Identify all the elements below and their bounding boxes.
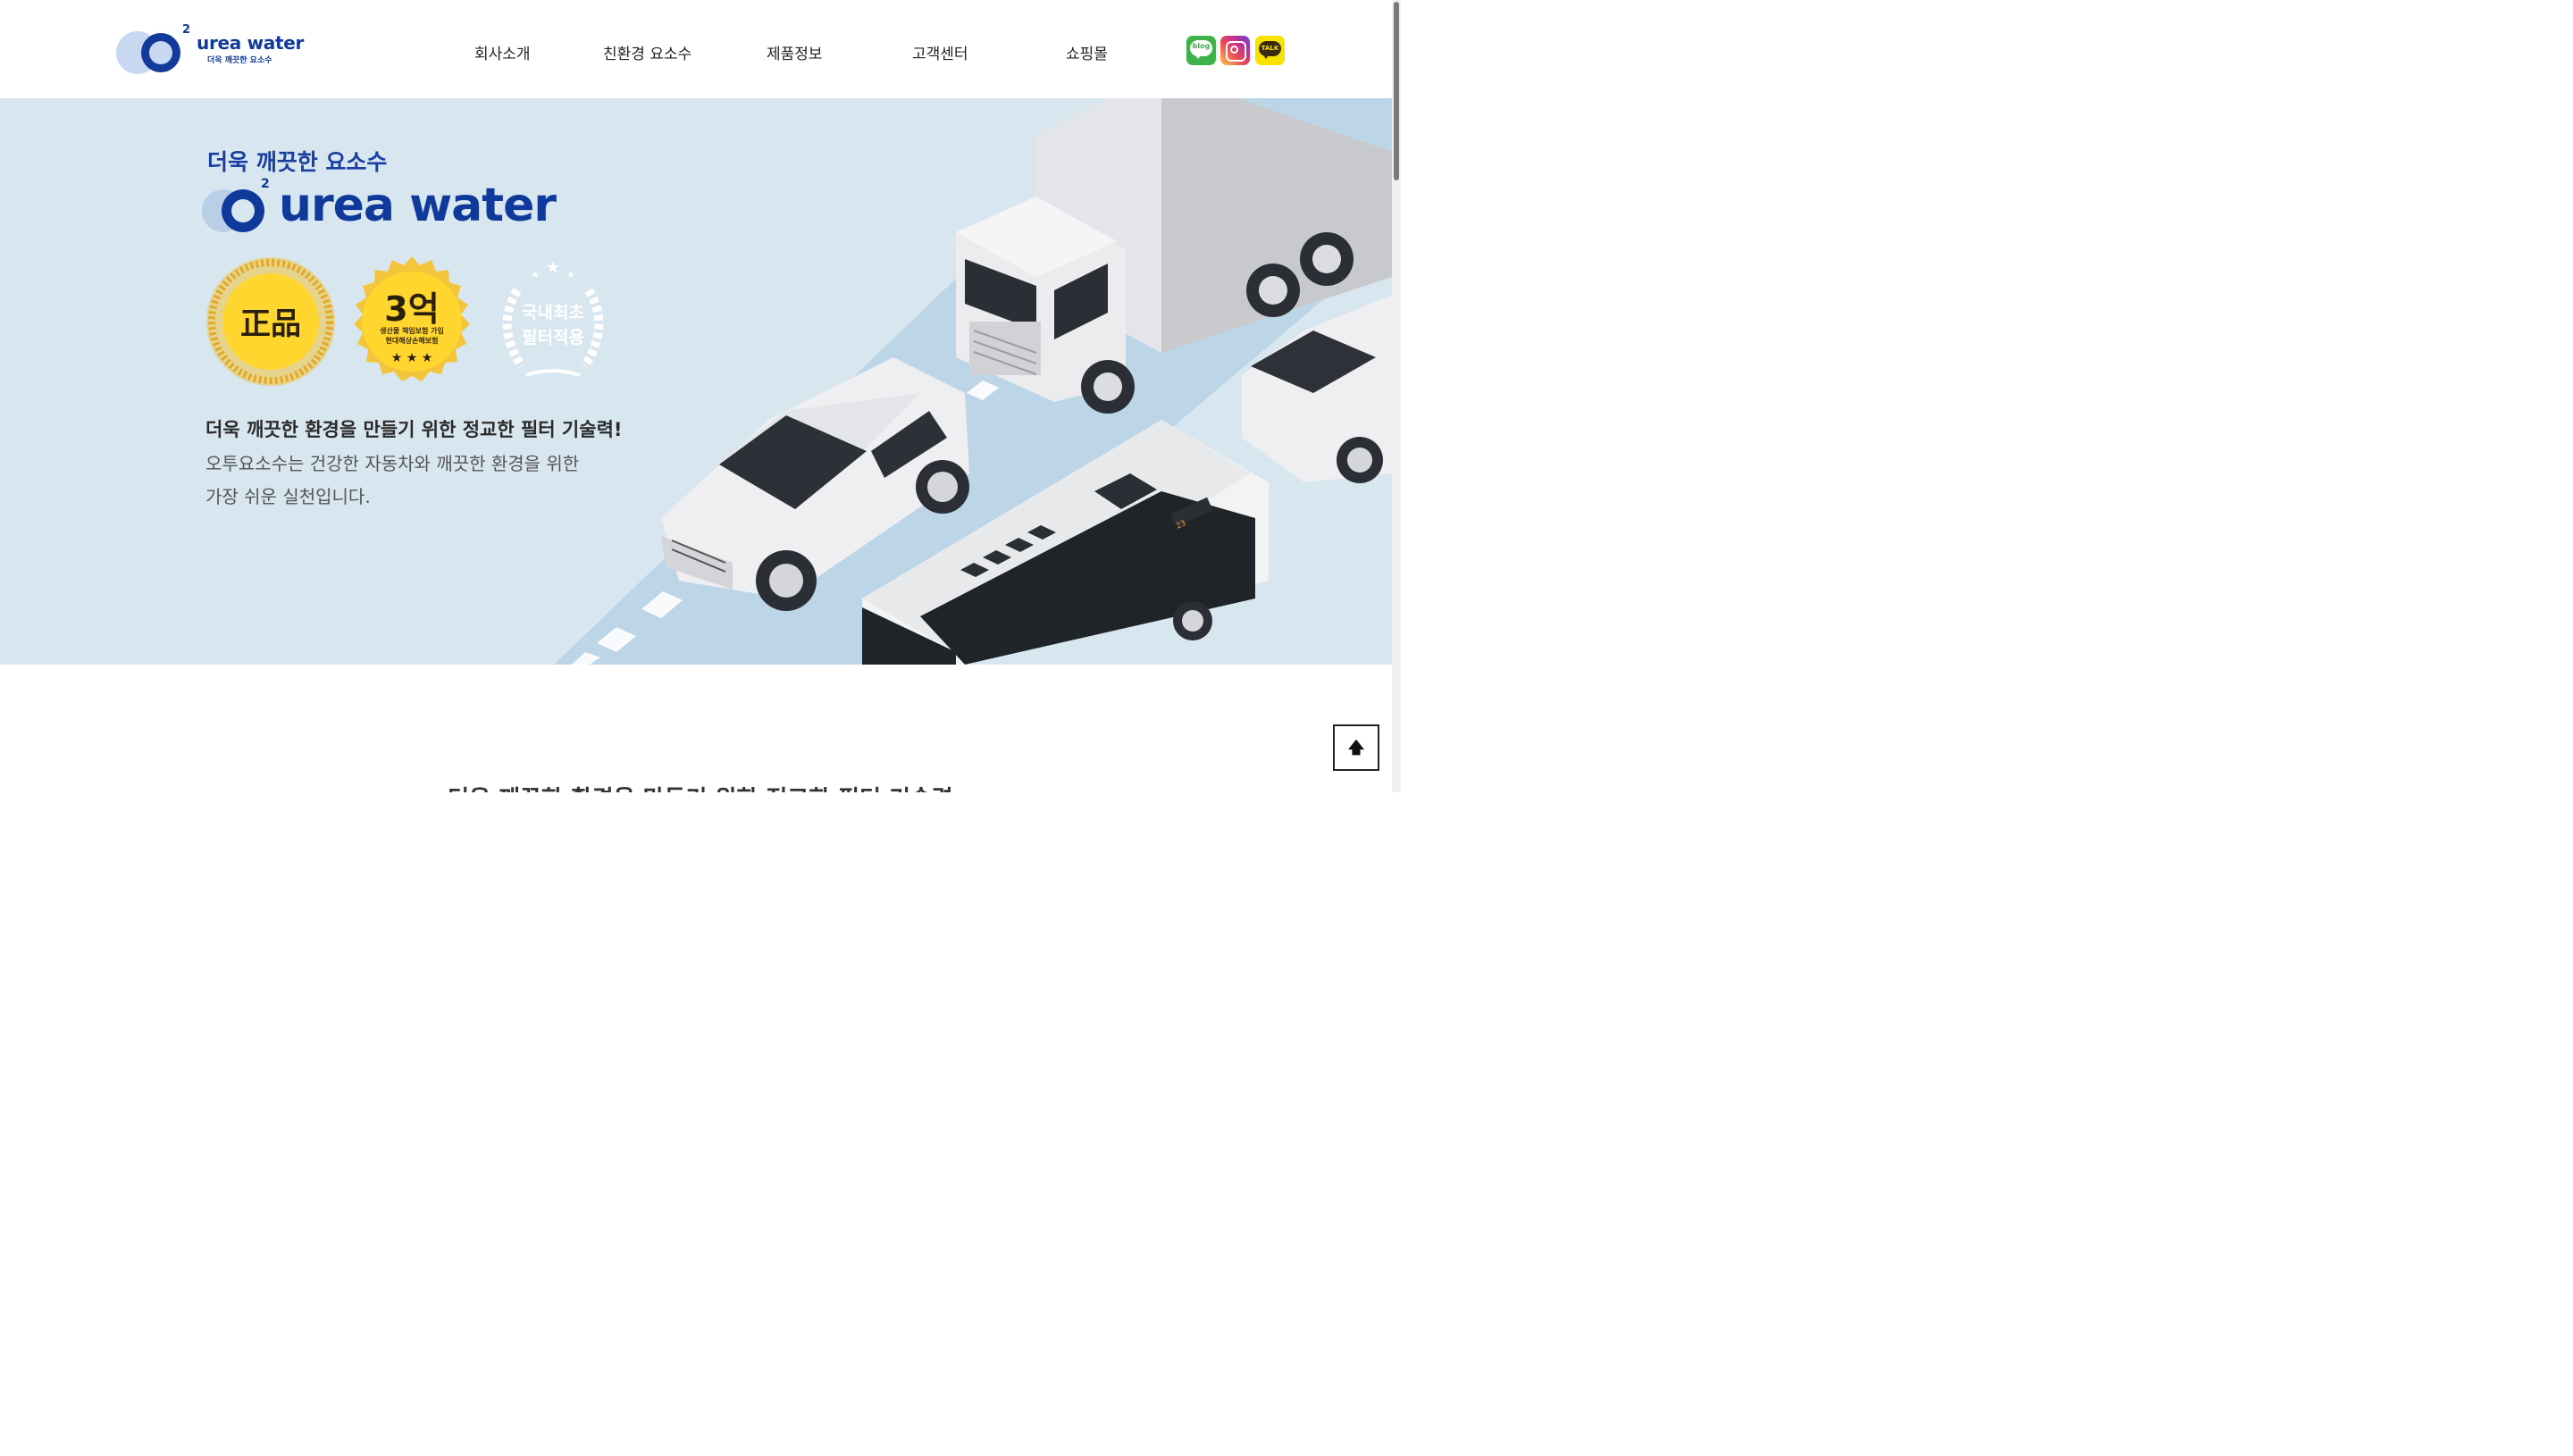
blog-bubble-tail <box>1194 54 1202 59</box>
talk-bubble-tail <box>1262 54 1270 59</box>
hero-description-line1: 오투요소수는 건강한 자동차와 깨끗한 환경을 위한 <box>205 453 580 474</box>
hero-brand-name: urea water <box>279 179 557 232</box>
blog-label: blog <box>1192 42 1211 50</box>
page-scrollbar[interactable] <box>1392 0 1401 792</box>
hero-headline: 더욱 깨끗한 환경을 만들기 위한 정교한 필터 기술력! <box>205 419 623 440</box>
first-filter-badge: ★ ★ ★ 국내최초 필터적용 <box>486 255 620 389</box>
insurance-badge-line1: 생산물 책임보험 가입 <box>380 327 444 335</box>
hero-description-line2: 가장 쉬운 실천입니다. <box>205 486 371 507</box>
scrollbar-thumb[interactable] <box>1394 2 1399 180</box>
back-to-top-button[interactable]: 🡅 <box>1333 724 1379 771</box>
section-title: 더욱 깨끗한 환경을 만들기 위한 정교한 필터 기술력 <box>0 781 1401 792</box>
blog-icon[interactable]: blog <box>1186 36 1216 65</box>
hero-tagline: 더욱 깨끗한 요소수 <box>207 149 388 175</box>
insurance-badge-line2: 현대해상손해보험 <box>385 337 439 345</box>
nav-item-eco-urea[interactable]: 친환경 요소수 <box>603 41 691 63</box>
genuine-badge-label: 正品 <box>240 306 301 342</box>
first-filter-badge-line1: 국내최초 <box>522 303 584 322</box>
hero-description: 오투요소수는 건강한 자동차와 깨끗한 환경을 위한 가장 쉬운 실천입니다. <box>205 448 579 514</box>
insurance-badge-amount: 3억 <box>384 289 440 329</box>
svg-text:★: ★ <box>531 269 540 280</box>
nav-item-products[interactable]: 제품정보 <box>767 41 823 63</box>
genuine-badge: 正品 <box>204 255 338 389</box>
brand-mark-icon <box>202 189 264 232</box>
nav-item-support[interactable]: 고객센터 <box>912 41 968 63</box>
svg-text:★: ★ <box>566 269 575 280</box>
svg-text:★ ★ ★: ★ ★ ★ <box>391 351 433 365</box>
arrow-up-icon: 🡅 <box>1347 739 1365 757</box>
insurance-badge: ★ ★ ★ 3억 생산물 책임보험 가입 현대해상손해보험 <box>345 255 479 389</box>
hero-banner: 23 더욱 깨끗한 요소수 2 urea water 正品 ★ ★ ★ 3억 생… <box>0 98 1392 665</box>
logo-superscript: 2 <box>182 23 191 37</box>
hero-brand-logo: 2 urea water <box>202 177 595 239</box>
instagram-lens <box>1230 46 1238 54</box>
page: 2 urea water 더욱 깨끗한 요소수 회사소개 친환경 요소수 제품정… <box>0 0 1401 792</box>
hero-brand-superscript: 2 <box>261 177 270 191</box>
nav-item-company[interactable]: 회사소개 <box>474 41 531 63</box>
nav-item-shop[interactable]: 쇼핑몰 <box>1066 41 1108 63</box>
svg-text:★: ★ <box>546 258 560 277</box>
first-filter-badge-line2: 필터적용 <box>522 328 584 347</box>
site-header: 2 urea water 더욱 깨끗한 요소수 회사소개 친환경 요소수 제품정… <box>0 0 1401 98</box>
kakaotalk-icon[interactable]: TALK <box>1255 36 1285 65</box>
instagram-icon[interactable] <box>1220 36 1250 65</box>
talk-label: TALK <box>1261 45 1279 52</box>
